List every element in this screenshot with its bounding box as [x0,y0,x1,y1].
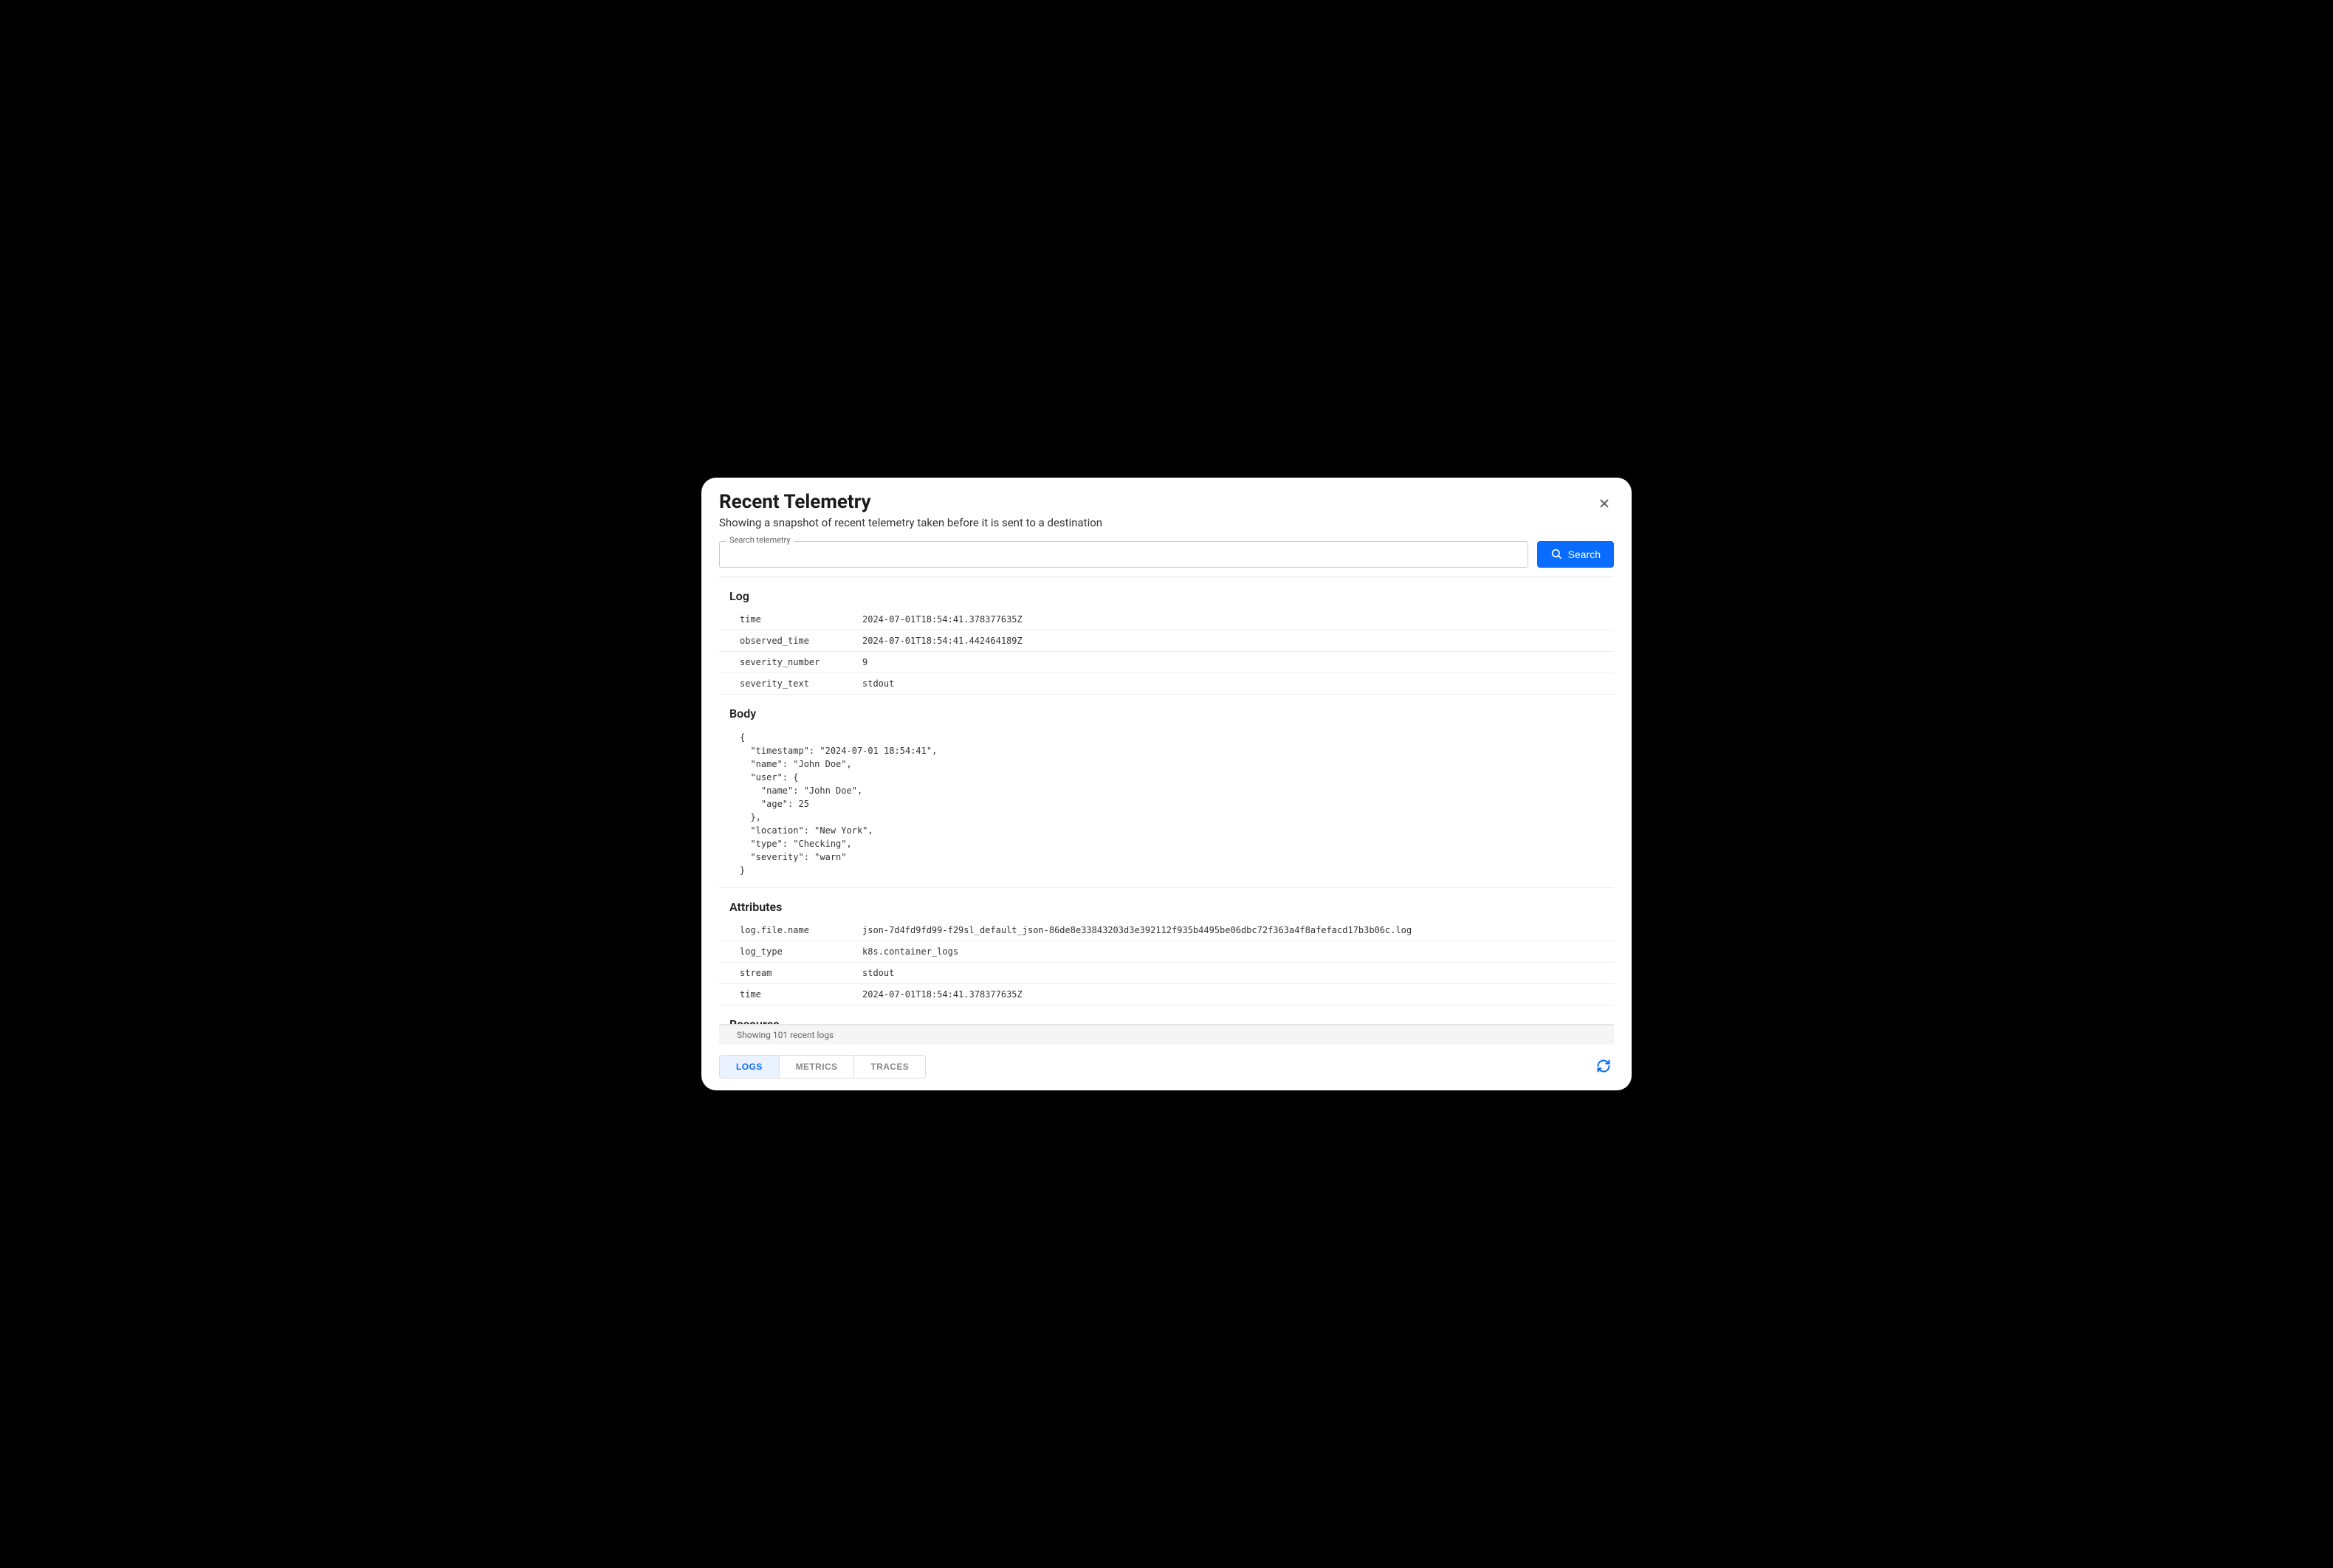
kv-key: log_type [719,941,852,963]
kv-key: log.file.name [719,920,852,941]
kv-value: stdout [852,673,1614,695]
table-row: log_type k8s.container_logs [719,941,1614,963]
attributes-section-title: Attributes [719,888,1614,920]
body-content: { "timestamp": "2024-07-01 18:54:41", "n… [719,726,1614,887]
log-section: Log time 2024-07-01T18:54:41.378377635Z … [719,577,1614,695]
tabs-group: LOGS METRICS TRACES [719,1055,926,1079]
tab-logs[interactable]: LOGS [720,1056,780,1078]
search-row: Search telemetry Search [701,537,1632,577]
search-input[interactable] [719,541,1528,568]
body-section: Body { "timestamp": "2024-07-01 18:54:41… [719,695,1614,888]
kv-value: 2024-07-01T18:54:41.378377635Z [852,609,1614,630]
table-row: severity_text stdout [719,673,1614,695]
table-row: time 2024-07-01T18:54:41.378377635Z [719,984,1614,1005]
resource-section: Resource k8s.cluster.name test k8s.conta… [719,1005,1614,1025]
close-button[interactable] [1595,494,1614,516]
footer: LOGS METRICS TRACES [701,1045,1632,1090]
kv-key: severity_text [719,673,852,695]
kv-value: json-7d4fd9fd99-f29sl_default_json-86de8… [852,920,1614,941]
body-section-title: Body [719,695,1614,726]
kv-value: k8s.container_logs [852,941,1614,963]
kv-key: stream [719,963,852,984]
tab-traces[interactable]: TRACES [854,1056,925,1078]
refresh-icon [1596,1065,1611,1076]
kv-value: stdout [852,963,1614,984]
kv-value: 2024-07-01T18:54:41.442464189Z [852,630,1614,652]
page-subtitle: Showing a snapshot of recent telemetry t… [719,516,1614,529]
page-title: Recent Telemetry [719,491,1614,513]
table-row: stream stdout [719,963,1614,984]
table-row: log.file.name json-7d4fd9fd99-f29sl_defa… [719,920,1614,941]
tab-metrics[interactable]: METRICS [780,1056,855,1078]
attributes-section: Attributes log.file.name json-7d4fd9fd99… [719,888,1614,1005]
kv-key: severity_number [719,652,852,673]
search-button[interactable]: Search [1537,541,1614,568]
log-table: time 2024-07-01T18:54:41.378377635Z obse… [719,609,1614,695]
attributes-table: log.file.name json-7d4fd9fd99-f29sl_defa… [719,920,1614,1005]
kv-value: 2024-07-01T18:54:41.378377635Z [852,984,1614,1005]
search-icon [1550,548,1562,562]
status-bar: Showing 101 recent logs [719,1025,1614,1045]
telemetry-modal: Recent Telemetry Showing a snapshot of r… [701,478,1632,1090]
table-row: time 2024-07-01T18:54:41.378377635Z [719,609,1614,630]
log-section-title: Log [719,577,1614,609]
kv-key: time [719,984,852,1005]
kv-key: observed_time [719,630,852,652]
table-row: observed_time 2024-07-01T18:54:41.442464… [719,630,1614,652]
search-button-label: Search [1568,549,1601,560]
resource-section-title: Resource [719,1005,1614,1025]
table-row: severity_number 9 [719,652,1614,673]
content-area[interactable]: Log time 2024-07-01T18:54:41.378377635Z … [719,577,1614,1025]
kv-value: 9 [852,652,1614,673]
modal-header: Recent Telemetry Showing a snapshot of r… [701,478,1632,537]
search-field-wrapper: Search telemetry [719,541,1528,568]
refresh-button[interactable] [1593,1056,1614,1079]
search-legend: Search telemetry [726,535,794,545]
close-icon [1598,495,1611,514]
kv-key: time [719,609,852,630]
